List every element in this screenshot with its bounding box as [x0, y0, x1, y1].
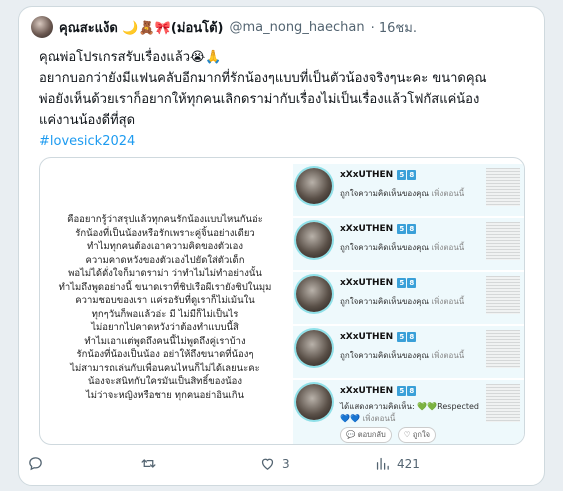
tweet-line: แค่งานน้องดีที่สุด [39, 113, 136, 128]
notification-avatar [296, 276, 332, 312]
notification-avatar [296, 384, 332, 420]
username-text: xXxUTHEN [340, 332, 394, 342]
notification-time: เพิ่งตอนนี้ [431, 189, 465, 198]
reply-icon [29, 457, 42, 471]
notification-username: xXxUTHEN 58 [340, 332, 417, 342]
notification-item: xXxUTHEN 58 ถูกใจความคิดเห็นของคุณ เพิ่ง… [293, 272, 524, 324]
tweet-media-image[interactable]: คืออยากรู้ว่าสรุปแล้วทุกคนรักน้องแบบไหนก… [39, 157, 525, 445]
media-text-line: ทุกๆวันก็พอแล้วอ่ะ มี ไม่มีก็ไม่เป็นไร [91, 308, 239, 320]
notification-username: xXxUTHEN 58 [340, 170, 417, 180]
media-text-line: ไม่ว่าจะหญิงหรือชาย ทุกคนอย่าอินเกิน [86, 389, 244, 401]
tweet-header: คุณสะแง้ด 🌙🧸🎀(ม่อนโต้) @ma_nong_haechan … [31, 15, 417, 39]
tweet-line: คุณพ่อโปรเกรสรับเรื่องแล้ว😭🙏 [39, 50, 222, 65]
notification-text: ถูกใจความคิดเห็นของคุณ เพิ่งตอนนี้ [340, 241, 464, 254]
comment-thumbnail [486, 384, 520, 422]
comment-thumbnail [486, 222, 520, 260]
retweet-icon [141, 459, 156, 468]
badge: 5 [397, 170, 407, 180]
notification-item-reply: xXxUTHEN 58 ได้แสดงความคิดเห็น: 💚💚Respec… [293, 380, 524, 444]
badge: 5 [397, 332, 407, 342]
badge: 8 [407, 278, 417, 288]
media-text-line: ความคาดหวังของตัวเองไปยัดใส่ตัวเด็ก [85, 254, 245, 266]
tweet-time[interactable]: · 16ชม. [371, 17, 417, 38]
like-count: 3 [282, 456, 290, 471]
display-name[interactable]: คุณสะแง้ด 🌙🧸🎀(ม่อนโต้) [59, 17, 224, 38]
notification-text: ถูกใจความคิดเห็นของคุณ เพิ่งตอนนี้ [340, 187, 464, 200]
badge: 5 [397, 278, 407, 288]
views-button[interactable]: 421 [374, 455, 420, 472]
media-text-line: รักน้องที่น้องเป็นน้อง อย่าให้ถึงขนาดที่… [76, 349, 254, 360]
reply-pill-label: ตอบกลับ [357, 430, 386, 439]
retweet-button[interactable] [140, 455, 163, 472]
notification-text: ถูกใจความคิดเห็นของคุณ เพิ่งตอนนี้ [340, 295, 464, 308]
media-text-line: คืออยากรู้ว่าสรุปแล้วทุกคนรักน้องแบบไหนก… [67, 214, 263, 225]
username-text: xXxUTHEN [340, 224, 394, 234]
tweet-line: พ่อยังเห็นด้วยเราก็อยากให้ทุกคนเลิกดราม่… [39, 92, 480, 107]
badge: 5 [397, 224, 407, 234]
tweet-line: อยากบอกว่ายังมีแฟนคลับอีกมากที่รักน้องๆแ… [39, 71, 487, 86]
notification-message: ถูกใจความคิดเห็นของคุณ [340, 351, 429, 360]
media-text-line: น้องจะสนิทกับใครมันเป็นสิทธิ์ของน้อง [87, 376, 242, 387]
notification-text-2: 💙💙 เพิ่งตอนนี้ [340, 412, 395, 425]
notification-avatar [296, 222, 332, 258]
reply-button[interactable] [27, 455, 50, 472]
notification-username: xXxUTHEN 58 [340, 278, 417, 288]
media-text-line: ทำไมทุกคนต้องเอาความคิดของตัวเอง [86, 241, 244, 252]
notification-item: xXxUTHEN 58 ถูกใจความคิดเห็นของคุณ เพิ่ง… [293, 164, 524, 216]
like-pill-label: ถูกใจ [412, 430, 431, 439]
notification-item: xXxUTHEN 58 ถูกใจความคิดเห็นของคุณ เพิ่ง… [293, 218, 524, 270]
badge: 5 [397, 386, 407, 396]
notification-time: เพิ่งตอนนี้ [431, 243, 465, 252]
notification-actions: 💬 ตอบกลับ ♡ ถูกใจ [340, 427, 437, 443]
tweet-card: คุณสะแง้ด 🌙🧸🎀(ม่อนโต้) @ma_nong_haechan … [18, 6, 545, 486]
notification-message: ถูกใจความคิดเห็นของคุณ [340, 297, 429, 306]
notification-item: xXxUTHEN 58 ถูกใจความคิดเห็นของคุณ เพิ่ง… [293, 326, 524, 378]
badge: 8 [407, 386, 417, 396]
media-text-line: รักน้องที่เป็นน้องหรือรักเพราะคู่จิ้นอย่… [75, 227, 255, 239]
media-left-text: คืออยากรู้ว่าสรุปแล้วทุกคนรักน้องแบบไหนก… [40, 213, 290, 402]
media-text-line: ทำไมถึงพูดอย่างนี้ ขนาดเราที่ชิปเรือผีเร… [58, 281, 272, 293]
media-text-line: ความชอบของเรา แค่รอรับที่ดูเราก็ไม่เม้นใ… [75, 295, 255, 306]
media-text-line: ไม่สามารถเล่นกับเพื่อนคนไหนก็ไม่ได้เลยนะ… [70, 362, 260, 374]
tweet-text: คุณพ่อโปรเกรสรับเรื่องแล้ว😭🙏 อยากบอกว่าย… [39, 47, 534, 152]
notification-text: ถูกใจความคิดเห็นของคุณ เพิ่งตอนนี้ [340, 349, 464, 362]
badge: 8 [407, 224, 417, 234]
notification-avatar [296, 330, 332, 366]
reply-pill: 💬 ตอบกลับ [340, 427, 392, 443]
notification-avatar [296, 168, 332, 204]
heart-icon [261, 458, 274, 470]
notification-time: เพิ่งตอนนี้ [431, 351, 465, 360]
notification-emoji: 💙💙 [340, 414, 360, 423]
views-count: 421 [397, 456, 420, 471]
comment-thumbnail [486, 276, 520, 314]
notification-message: ถูกใจความคิดเห็นของคุณ [340, 243, 429, 252]
views-icon [376, 457, 389, 470]
avatar[interactable] [31, 16, 53, 38]
username-text: xXxUTHEN [340, 170, 394, 180]
comment-thumbnail [486, 330, 520, 368]
media-text-line: ทำไมเอาแต่พูดถึงคนนี้ไม่พูดถึงคู่เราบ้าง [84, 335, 246, 347]
like-button[interactable]: 3 [259, 455, 290, 472]
user-handle[interactable]: @ma_nong_haechan [230, 20, 365, 35]
username-text: xXxUTHEN [340, 386, 394, 396]
hashtag-link[interactable]: #lovesick2024 [39, 131, 534, 152]
username-text: xXxUTHEN [340, 278, 394, 288]
notification-time: เพิ่งตอนนี้ [431, 297, 465, 306]
notification-username: xXxUTHEN 58 [340, 386, 417, 396]
badge: 8 [407, 332, 417, 342]
badge: 8 [407, 170, 417, 180]
notification-message: ถูกใจความคิดเห็นของคุณ [340, 189, 429, 198]
tweet-actions: 3 421 [19, 455, 544, 479]
comment-thumbnail [486, 168, 520, 206]
media-text-line: พอไม่ได้ดั่งใจก็มาดราม่า ว่าทำไมไม่ทำอย่… [68, 268, 262, 279]
notification-username: xXxUTHEN 58 [340, 224, 417, 234]
notification-time: เพิ่งตอนนี้ [362, 414, 396, 423]
media-text-line: ไม่อยากไปคาดหวังว่าต้องทำแบบนี้สิ [91, 322, 239, 333]
like-pill: ♡ ถูกใจ [397, 427, 437, 443]
